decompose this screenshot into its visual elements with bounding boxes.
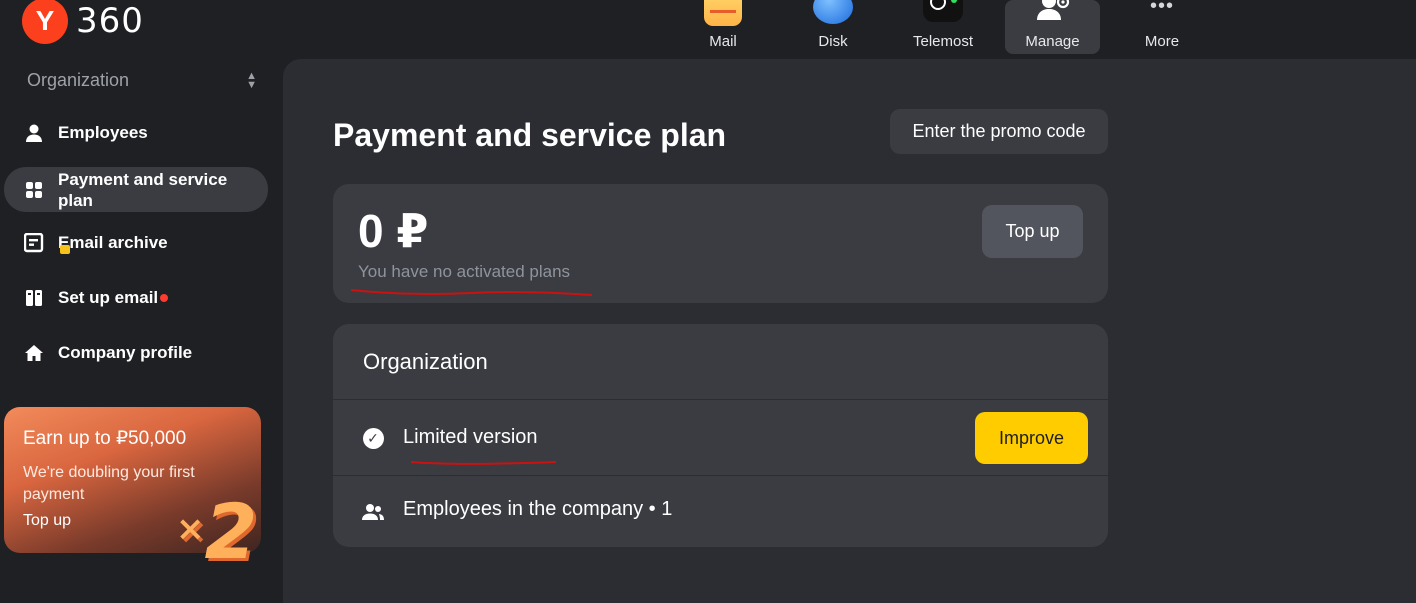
plan-label: Limited version (403, 426, 538, 448)
employees-row: Employees in the company • 1 (333, 475, 1108, 547)
organization-selector[interactable]: Organization ▲ ▼ (27, 70, 257, 91)
nav-mail-label: Mail (709, 33, 737, 50)
lock-icon (60, 245, 70, 254)
sidebar-item-label: Employees (58, 123, 148, 142)
sidebar: Organization ▲ ▼ Employees Payment and se… (0, 56, 283, 603)
nav-manage[interactable]: Manage (1005, 0, 1100, 54)
telemost-icon (923, 0, 963, 22)
main-panel: Payment and service plan Enter the promo… (283, 59, 1416, 603)
grid-icon (23, 181, 45, 198)
no-plans-note: You have no activated plans (358, 262, 571, 281)
sidebar-item-label: Company profile (58, 343, 193, 362)
more-icon: ••• (1149, 0, 1174, 17)
sidebar-item-setup-email[interactable]: Set up email (4, 283, 268, 313)
logo-text: 360 (76, 1, 144, 41)
times-two-graphic: ×2 (176, 487, 257, 576)
enter-promo-code-button[interactable]: Enter the promo code (890, 109, 1108, 154)
annotation-underline (350, 289, 593, 296)
setup-email-icon (23, 290, 45, 306)
sidebar-item-label: Set up email (58, 288, 159, 307)
organization-selector-label: Organization (27, 70, 130, 90)
balance-amount: 0 ₽ (358, 205, 429, 257)
nav-telemost-label: Telemost (912, 33, 974, 50)
nav-more[interactable]: ••• More (1107, 0, 1217, 54)
promo-multiplier-number: 2 (204, 487, 258, 576)
improve-button[interactable]: Improve (975, 412, 1088, 464)
sidebar-item-employees[interactable]: Employees (4, 118, 268, 148)
sidebar-item-label: Email archive (58, 233, 168, 252)
sidebar-item-payment[interactable]: Payment and service plan (4, 167, 268, 212)
sidebar-item-email-archive[interactable]: Email archive (4, 228, 268, 258)
check-icon: ✓ (362, 427, 384, 449)
promo-banner[interactable]: Earn up to ₽50,000 We're doubling your f… (4, 407, 261, 576)
nav-disk[interactable]: Disk (778, 0, 888, 54)
organization-card: Organization ✓ Limited version Improve E… (333, 324, 1108, 547)
top-navigation: Mail Disk Telemost Manage ••• More (668, 0, 1217, 56)
sidebar-item-company-profile[interactable]: Company profile (4, 338, 268, 368)
annotation-underline (410, 461, 557, 465)
disk-icon (813, 0, 853, 24)
archive-icon (23, 233, 70, 254)
logo-mark: Y (22, 0, 68, 44)
topup-button[interactable]: Top up (982, 205, 1083, 258)
promo-title: Earn up to ₽50,000 (23, 428, 187, 449)
nav-telemost[interactable]: Telemost (888, 0, 998, 54)
mail-icon (704, 0, 742, 26)
sort-arrows-icon: ▲ ▼ (246, 69, 257, 91)
manage-icon (1035, 0, 1071, 24)
person-icon (23, 124, 45, 142)
home-icon (23, 345, 45, 361)
employees-count-text: Employees in the company • 1 (403, 498, 673, 520)
nav-manage-label: Manage (1025, 33, 1080, 50)
yandex-360-logo[interactable]: Y 360 (22, 0, 144, 44)
plan-row: ✓ Limited version Improve (333, 399, 1108, 475)
page-title: Payment and service plan (333, 117, 727, 153)
sidebar-item-label: Payment and service plan (58, 169, 228, 210)
balance-card: 0 ₽ You have no activated plans Top up (333, 184, 1108, 303)
nav-mail[interactable]: Mail (668, 0, 778, 54)
promo-multiplier-x: × (176, 509, 205, 549)
nav-disk-label: Disk (818, 33, 848, 50)
nav-more-label: More (1144, 33, 1180, 50)
notification-dot (160, 293, 169, 302)
organization-card-title: Organization (363, 349, 488, 374)
people-icon (362, 501, 384, 523)
